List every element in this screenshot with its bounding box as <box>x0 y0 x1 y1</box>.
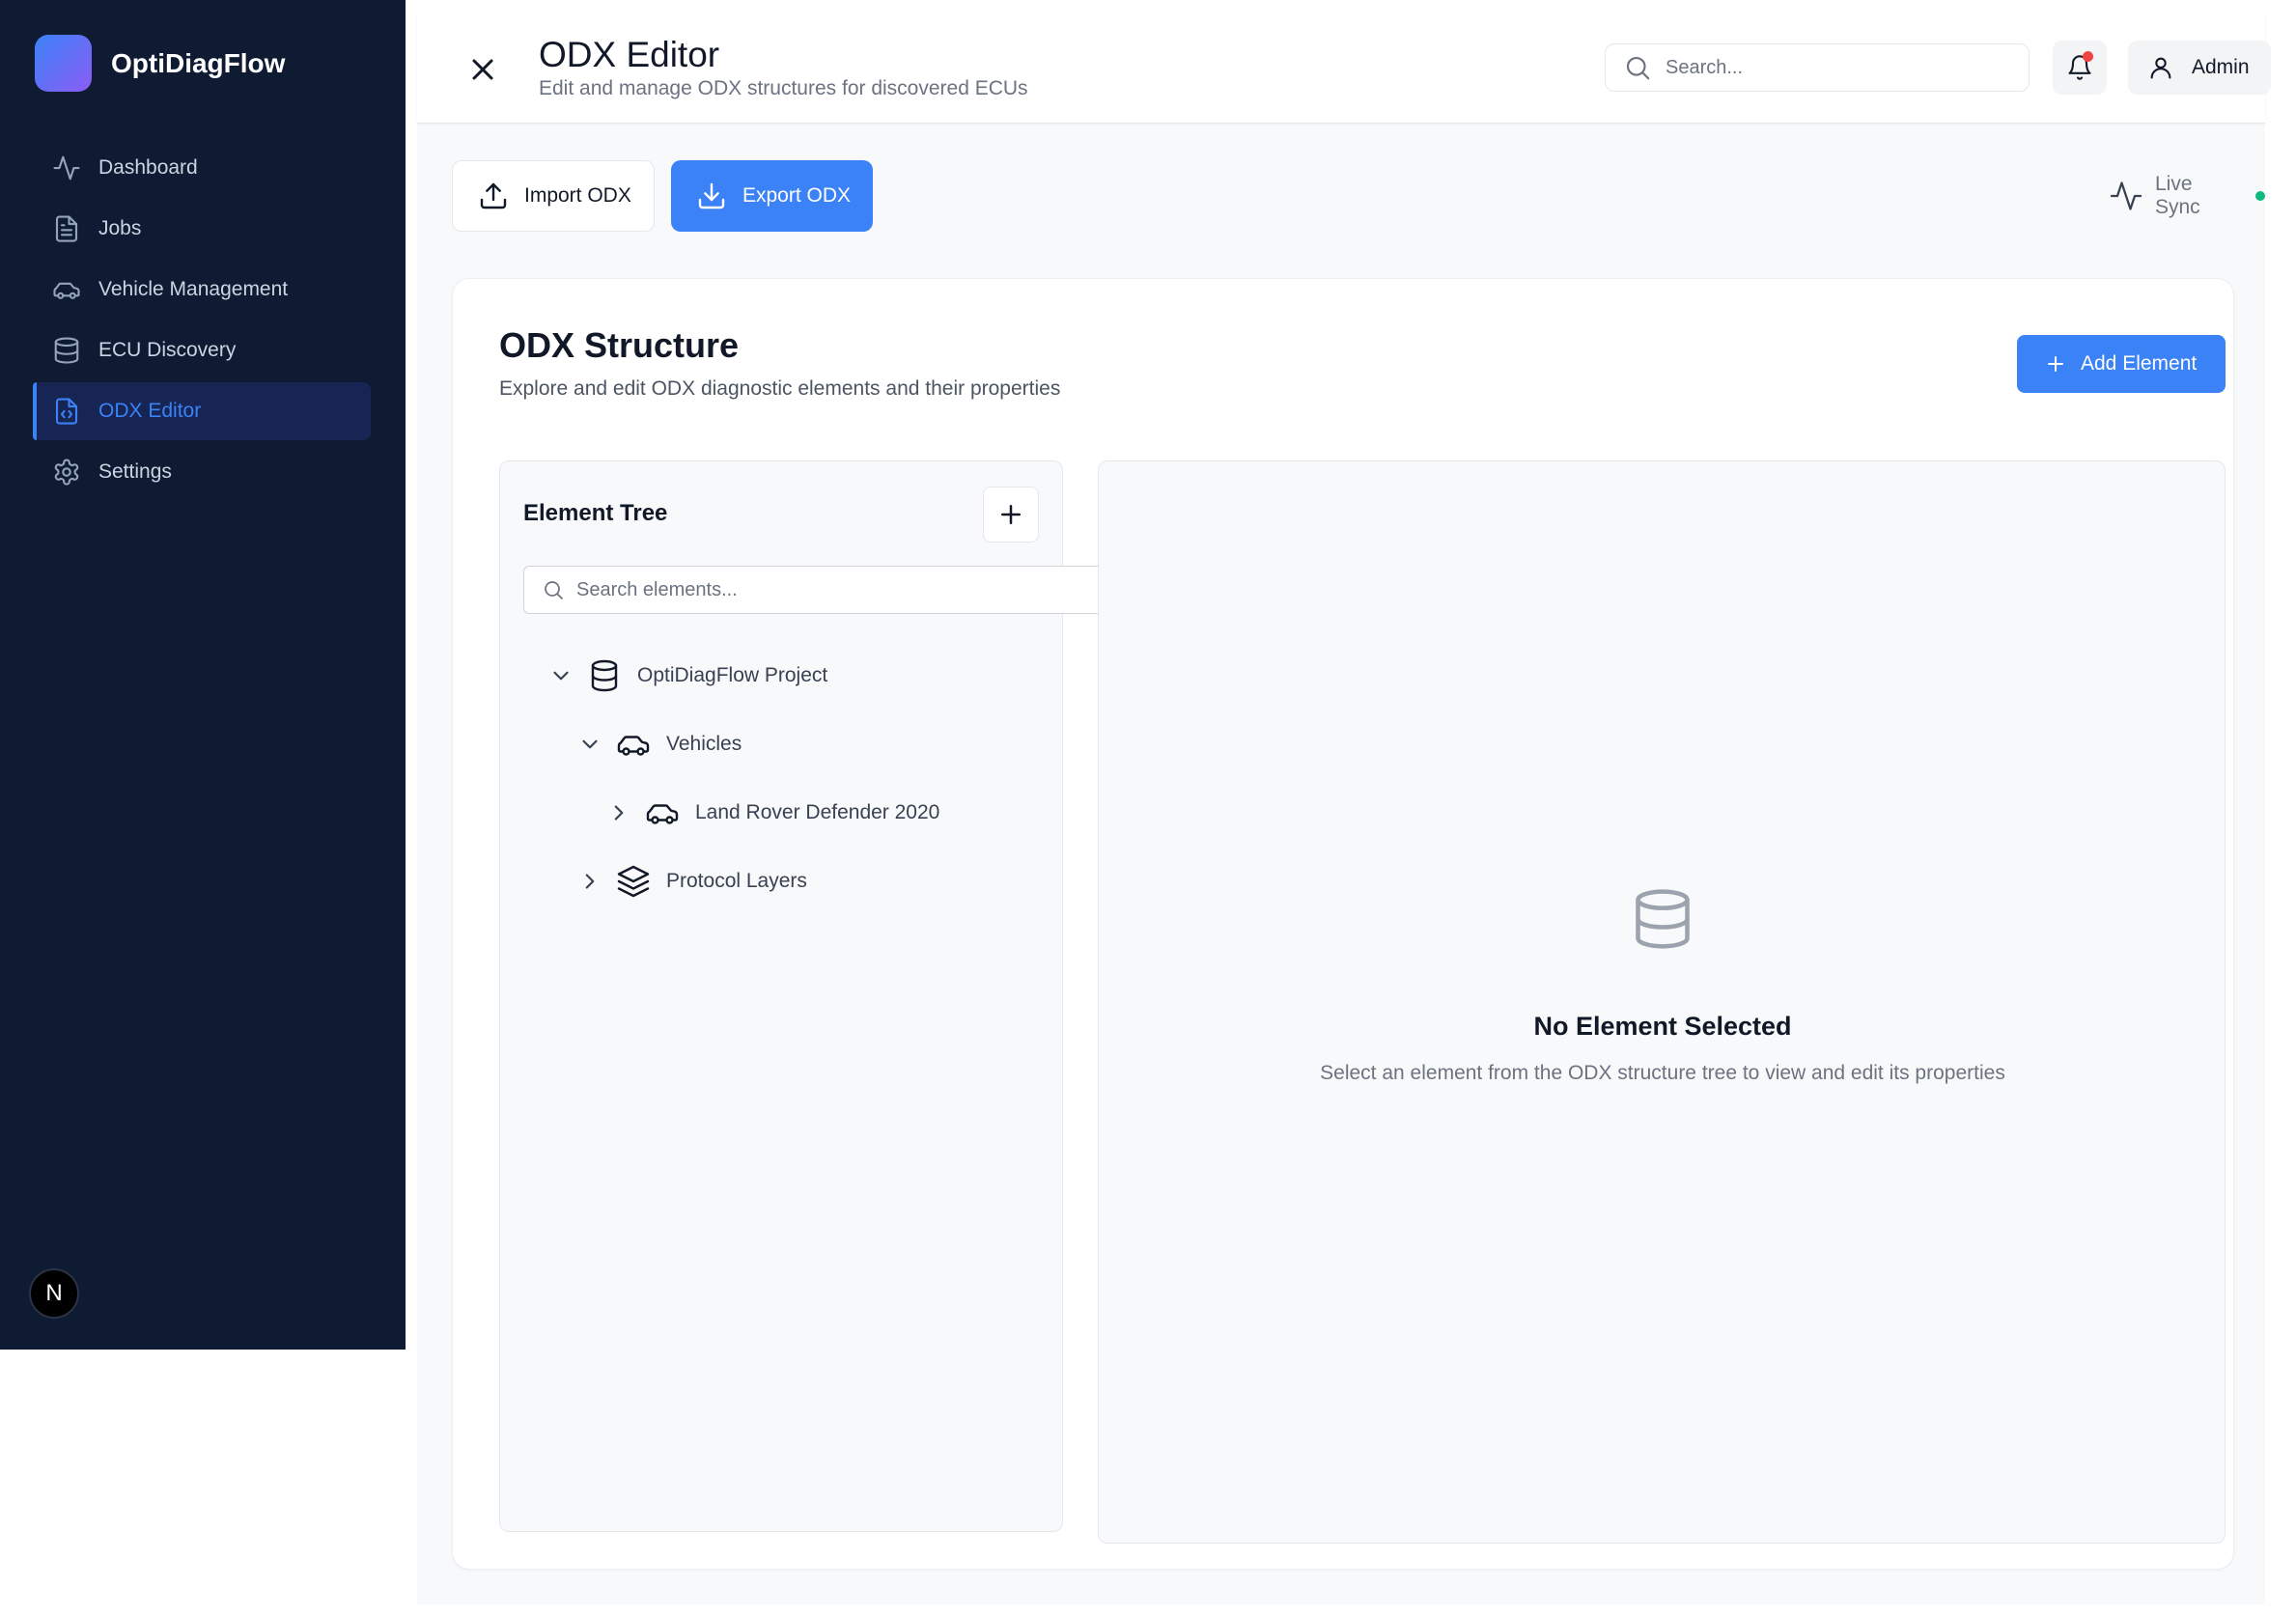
sidebar-item-label: ODX Editor <box>98 400 202 422</box>
activity-icon <box>2109 179 2143 213</box>
user-menu-button[interactable]: Admin <box>2128 41 2271 95</box>
tree-node-label: Vehicles <box>666 733 742 755</box>
tree-node-project[interactable]: OptiDiagFlow Project <box>548 654 827 697</box>
car-icon <box>52 275 81 304</box>
database-icon <box>1630 884 1695 954</box>
code-file-icon <box>52 397 81 426</box>
main-content: ODX Editor Edit and manage ODX structure… <box>417 12 2271 1604</box>
user-icon <box>2147 54 2174 81</box>
odx-structure-card: ODX Structure Explore and edit ODX diagn… <box>452 278 2234 1570</box>
tree-node-label: Protocol Layers <box>666 870 807 892</box>
search-icon <box>1623 53 1652 82</box>
sidebar-item-odx-editor[interactable]: ODX Editor <box>33 382 371 440</box>
tree-node-label: OptiDiagFlow Project <box>637 664 828 686</box>
tree-node-land-rover-defender[interactable]: Land Rover Defender 2020 <box>606 792 939 834</box>
gear-icon <box>52 458 81 487</box>
element-search <box>523 566 1112 614</box>
close-icon[interactable] <box>465 52 500 87</box>
user-label: Admin <box>2192 56 2250 78</box>
export-odx-button[interactable]: Export ODX <box>671 160 873 232</box>
activity-icon <box>52 153 81 182</box>
chevron-down-icon[interactable] <box>577 732 602 757</box>
section-title: ODX Structure <box>499 325 740 365</box>
upload-icon <box>478 181 509 211</box>
element-detail-panel: No Element Selected Select an element fr… <box>1098 460 2226 1544</box>
tree-node-protocol-layers[interactable]: Protocol Layers <box>577 860 807 903</box>
sidebar-item-dashboard[interactable]: Dashboard <box>33 139 371 197</box>
sidebar-item-label: Vehicle Management <box>98 278 289 300</box>
sidebar-item-label: Dashboard <box>98 156 198 179</box>
sidebar: OptiDiagFlow Dashboard Jobs Vehicle Mana… <box>0 0 406 1350</box>
tree-add-button[interactable] <box>983 487 1039 543</box>
database-icon <box>587 658 622 693</box>
app-name: OptiDiagFlow <box>111 47 286 78</box>
sidebar-item-ecu-discovery[interactable]: ECU Discovery <box>33 321 371 379</box>
chevron-down-icon[interactable] <box>548 663 574 688</box>
layers-icon <box>616 864 651 899</box>
car-icon <box>645 795 680 830</box>
live-sync-label: Live Sync <box>2155 173 2200 218</box>
car-icon <box>616 727 651 762</box>
live-sync-indicator: Live Sync <box>2109 173 2265 218</box>
plus-icon <box>996 500 1025 529</box>
sidebar-item-jobs[interactable]: Jobs <box>33 200 371 258</box>
brand[interactable]: OptiDiagFlow <box>35 35 285 92</box>
element-search-input[interactable] <box>576 578 1098 601</box>
document-icon <box>52 214 81 243</box>
search-icon <box>542 578 565 601</box>
live-sync-status-dot <box>2255 191 2265 201</box>
global-search <box>1605 43 2030 92</box>
import-odx-label: Import ODX <box>524 184 631 207</box>
plus-icon <box>2044 352 2067 376</box>
sidebar-item-label: Settings <box>98 460 172 483</box>
tree-node-vehicles[interactable]: Vehicles <box>577 723 742 766</box>
export-odx-label: Export ODX <box>742 184 852 207</box>
page-subtitle: Edit and manage ODX structures for disco… <box>539 77 1028 99</box>
chevron-right-icon[interactable] <box>577 869 602 894</box>
database-icon <box>52 336 81 365</box>
chevron-right-icon[interactable] <box>606 800 631 825</box>
notification-badge <box>2083 51 2093 62</box>
empty-state-subtitle: Select an element from the ODX structure… <box>1320 1062 2005 1084</box>
element-tree-panel: Element Tree OptiDiagFlow Proje <box>499 460 1112 1532</box>
search-input[interactable] <box>1666 56 2013 79</box>
tree-node-label: Land Rover Defender 2020 <box>695 801 940 823</box>
notifications-button[interactable] <box>2053 41 2107 95</box>
sidebar-item-label: Jobs <box>98 217 142 239</box>
sidebar-nav: Dashboard Jobs Vehicle Management ECU Di… <box>33 139 371 504</box>
section-subtitle: Explore and edit ODX diagnostic elements… <box>499 377 1061 400</box>
element-tree-title: Element Tree <box>523 500 668 526</box>
download-icon <box>696 181 727 211</box>
sidebar-item-settings[interactable]: Settings <box>33 443 371 501</box>
page-title: ODX Editor <box>539 35 720 74</box>
page-header: ODX Editor Edit and manage ODX structure… <box>417 12 2271 124</box>
add-element-label: Add Element <box>2081 352 2198 375</box>
add-element-button[interactable]: Add Element <box>2017 335 2226 393</box>
empty-state-title: No Element Selected <box>1533 1012 1792 1041</box>
import-odx-button[interactable]: Import ODX <box>452 160 655 232</box>
sidebar-item-label: ECU Discovery <box>98 339 237 361</box>
avatar[interactable]: N <box>29 1268 79 1319</box>
brand-logo <box>35 35 92 92</box>
sidebar-item-vehicle-management[interactable]: Vehicle Management <box>33 261 371 319</box>
